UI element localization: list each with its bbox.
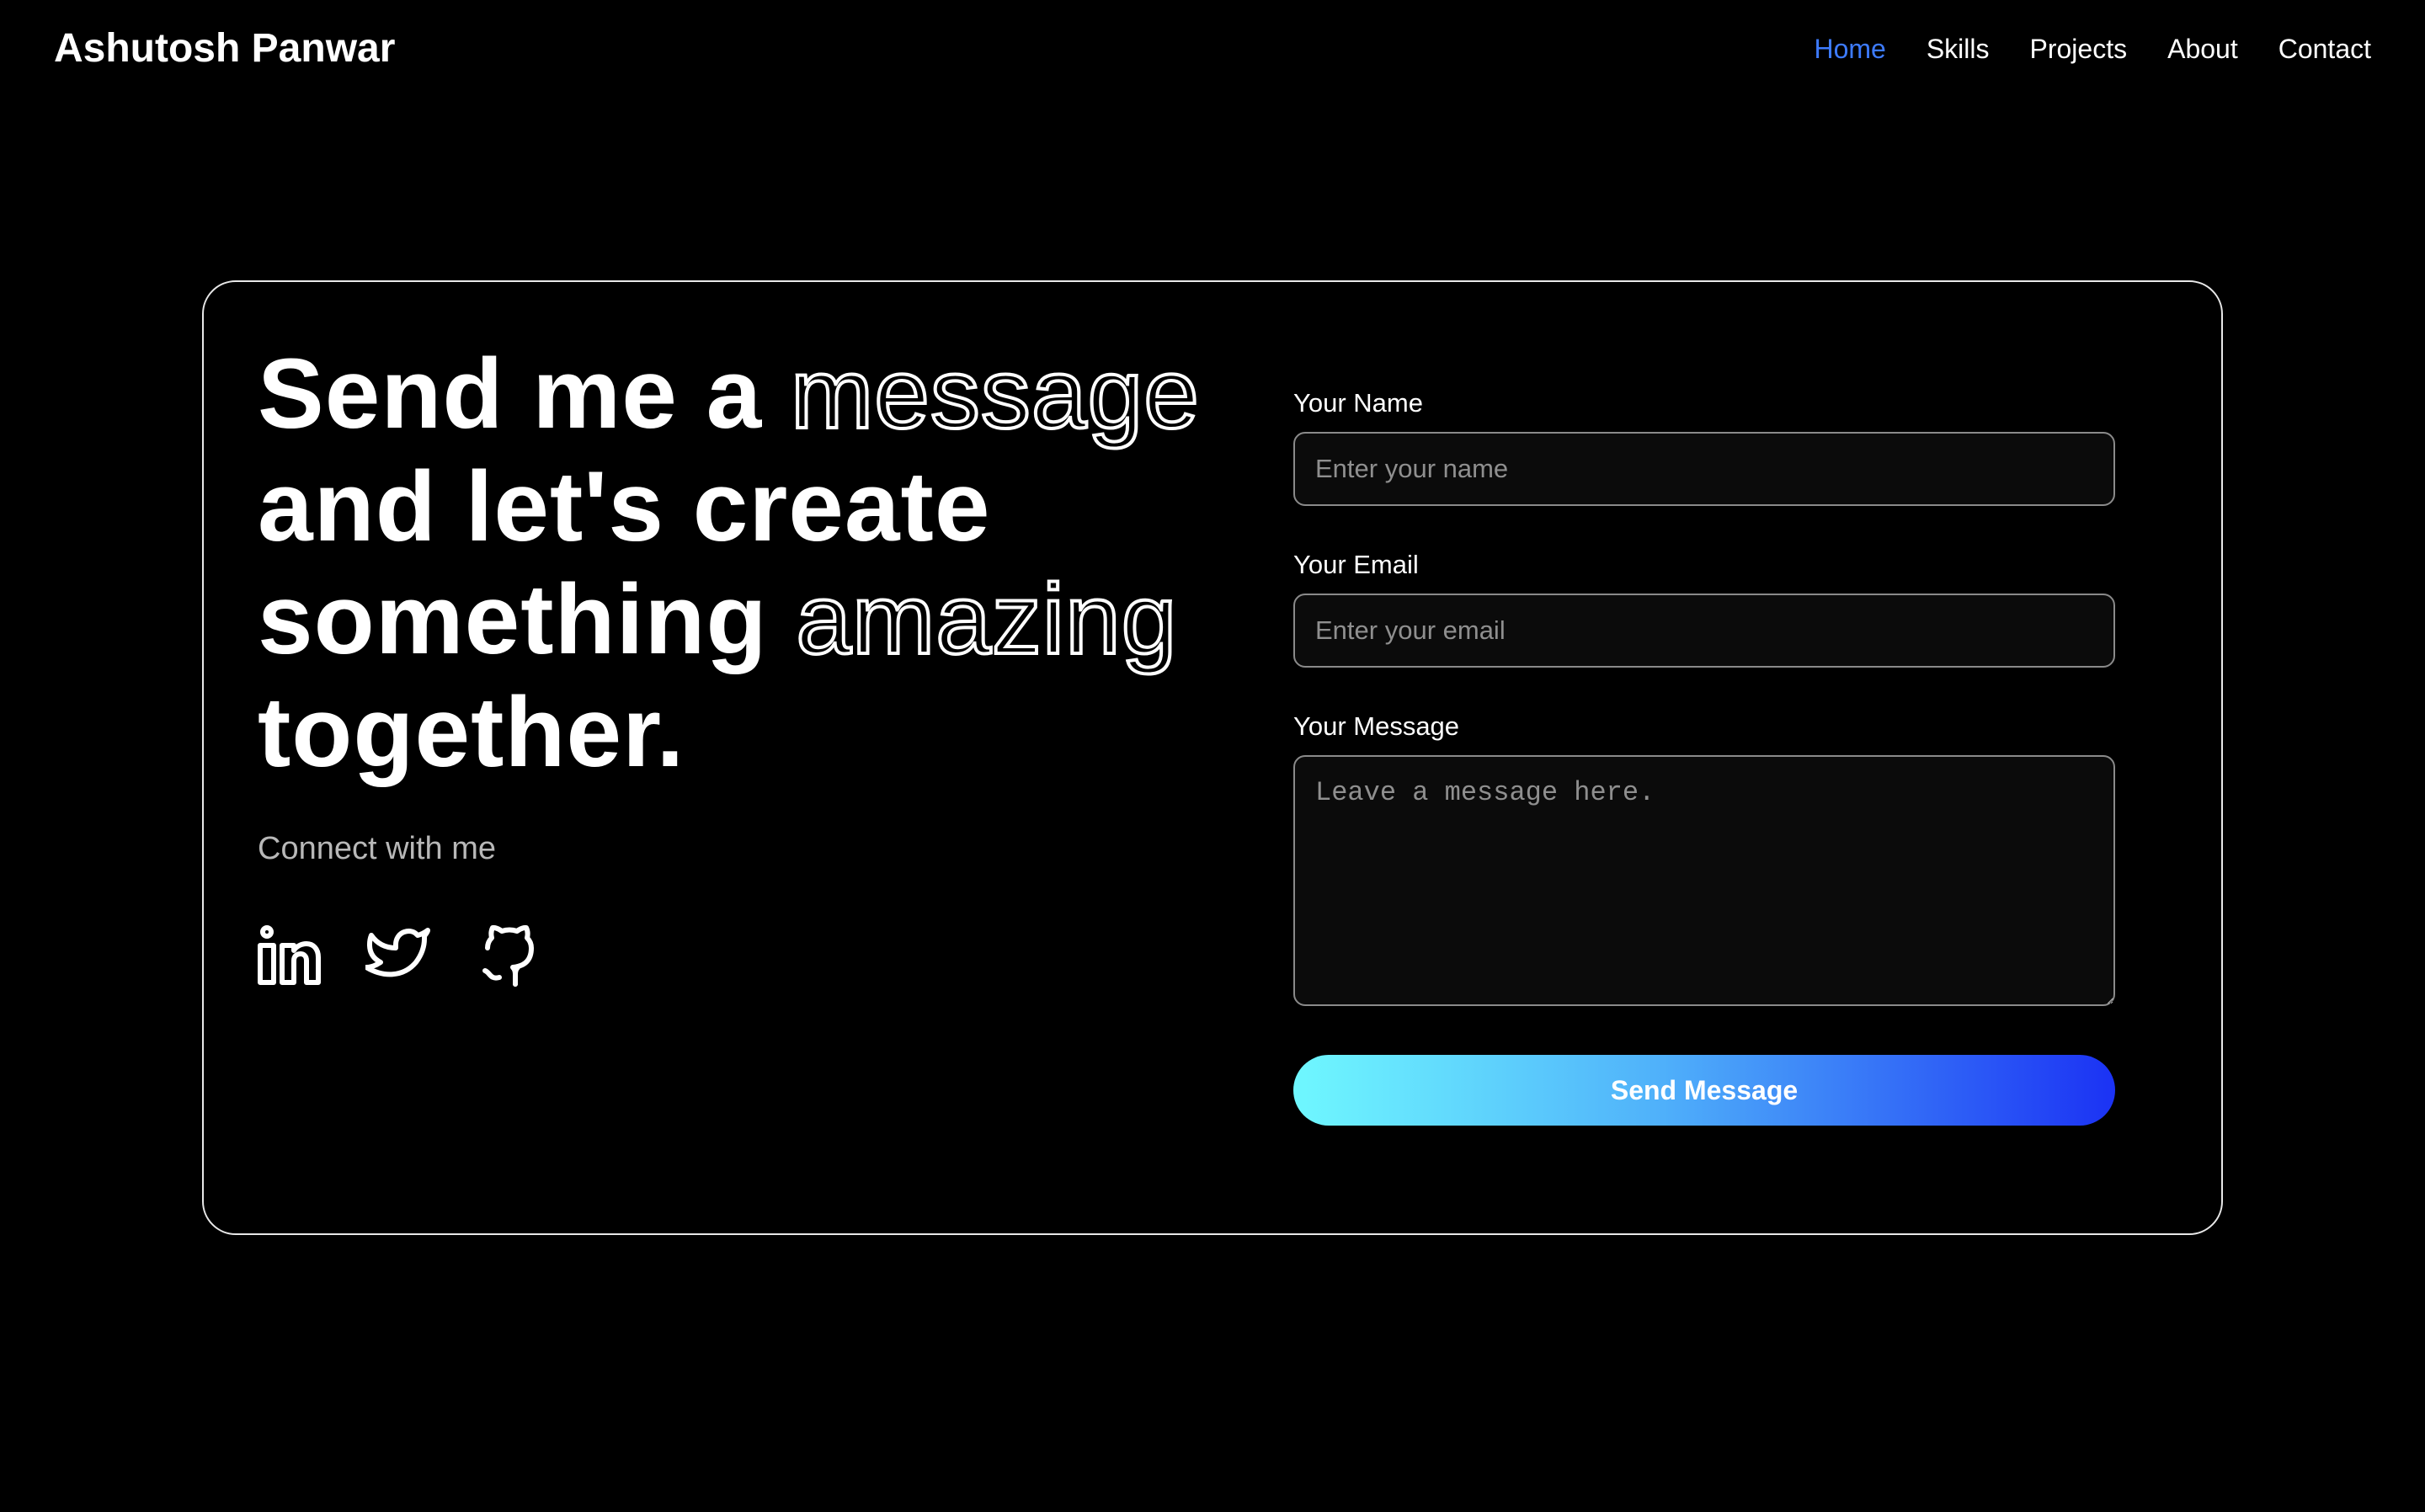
email-input[interactable] <box>1293 594 2115 668</box>
name-label: Your Name <box>1293 388 1423 418</box>
brand-logo[interactable]: Ashutosh Panwar <box>54 25 395 72</box>
send-message-button[interactable]: Send Message <box>1293 1055 2115 1126</box>
twitter-icon <box>365 928 430 977</box>
github-link[interactable] <box>475 922 541 988</box>
nav-links: Home Skills Projects About Contact <box>1814 30 2371 67</box>
headline: Send me a message and let's create somethi… <box>258 337 1251 789</box>
headline-line4-text: together. <box>258 677 685 788</box>
nav-link-about[interactable]: About <box>2167 30 2238 67</box>
nav-link-skills[interactable]: Skills <box>1927 30 1990 67</box>
contact-form: Your Name Your Email Your Message Send M… <box>1293 386 2115 1126</box>
headline-line2-text: and let's create <box>258 451 991 562</box>
headline-line1-text: Send me a <box>258 338 791 450</box>
message-label: Your Message <box>1293 711 1460 741</box>
social-links <box>256 922 541 988</box>
headline-outline-message: message <box>789 337 1201 451</box>
email-label: Your Email <box>1293 550 1419 579</box>
nav-link-contact[interactable]: Contact <box>2278 30 2371 67</box>
linkedin-link[interactable] <box>256 922 322 988</box>
headline-line3-text: something <box>258 564 797 675</box>
message-textarea[interactable] <box>1293 755 2115 1006</box>
name-input[interactable] <box>1293 432 2115 506</box>
linkedin-icon <box>258 925 321 985</box>
nav-link-home[interactable]: Home <box>1814 30 1885 67</box>
twitter-link[interactable] <box>365 922 431 988</box>
github-icon <box>482 924 534 987</box>
nav-link-projects[interactable]: Projects <box>2030 30 2128 67</box>
navbar: Ashutosh Panwar Home Skills Projects Abo… <box>0 0 2425 101</box>
headline-outline-amazing: amazing <box>794 562 1178 677</box>
contact-card: Send me a message and let's create somethi… <box>202 280 2223 1235</box>
connect-text: Connect with me <box>258 831 497 866</box>
